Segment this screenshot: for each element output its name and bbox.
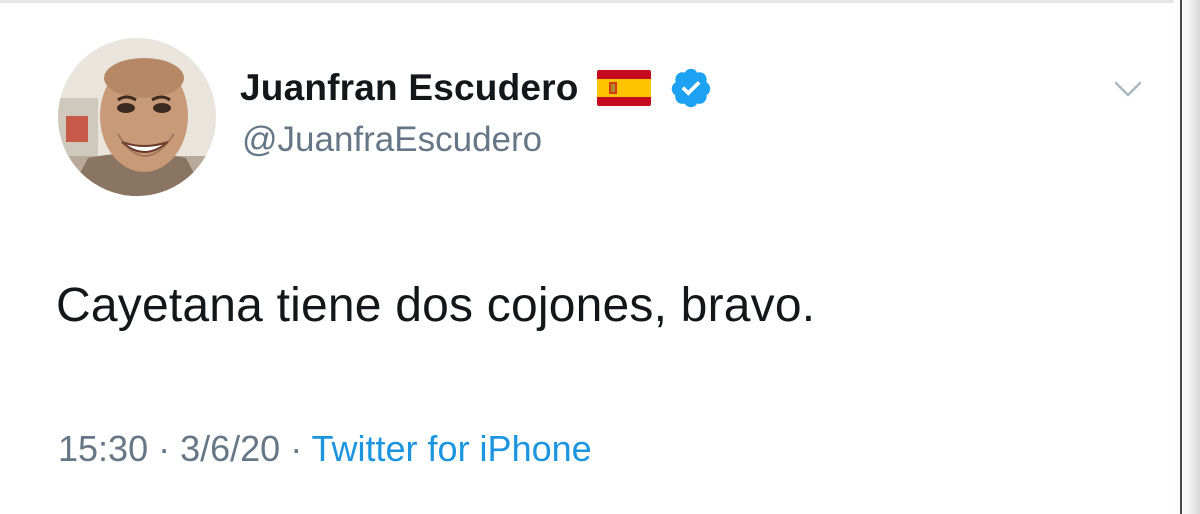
- verified-badge-icon: [669, 66, 713, 110]
- divider: [0, 0, 1200, 3]
- tweet-source-link[interactable]: Twitter for iPhone: [312, 428, 592, 469]
- tweet-date[interactable]: 3/6/20: [180, 428, 280, 469]
- tweet-metadata: 15:30 · 3/6/20 · Twitter for iPhone: [58, 428, 592, 470]
- avatar[interactable]: [58, 38, 216, 196]
- tweet-card: Juanfran Escudero @JuanfraEscudero Cayet…: [0, 0, 1200, 514]
- separator: ·: [280, 428, 312, 469]
- user-handle[interactable]: @JuanfraEscudero: [242, 120, 542, 160]
- scrollbar-edge: [1174, 0, 1200, 514]
- chevron-down-icon[interactable]: [1110, 70, 1146, 106]
- separator: ·: [148, 428, 181, 469]
- display-name[interactable]: Juanfran Escudero: [240, 67, 579, 109]
- avatar-image: [58, 38, 216, 196]
- tweet-text: Cayetana tiene dos cojones, bravo.: [56, 279, 816, 332]
- name-row: Juanfran Escudero: [240, 62, 713, 114]
- spain-flag-icon: [596, 70, 651, 106]
- tweet-time[interactable]: 15:30: [58, 428, 148, 469]
